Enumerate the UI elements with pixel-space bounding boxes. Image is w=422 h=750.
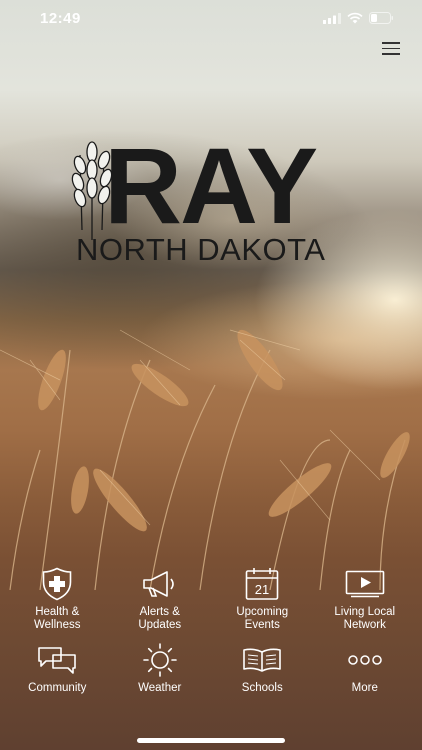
status-bar: 12:49 (0, 0, 422, 40)
megaphone-icon (141, 566, 179, 602)
health-shield-icon (41, 566, 73, 602)
nav-label: Schools (241, 682, 283, 694)
nav-row-1: Health & Wellness Alerts & Updates 21 Up… (6, 566, 416, 642)
nav-row-2: Community Weather Schools More (6, 642, 416, 726)
logo-subtitle: NORTH DAKOTA (76, 232, 326, 267)
hamburger-menu-icon[interactable] (382, 42, 400, 56)
nav-label: Upcoming Events (236, 606, 289, 631)
video-play-icon (345, 566, 385, 602)
nav-more[interactable]: More (314, 642, 417, 726)
nav-label: Living Local Network (334, 606, 396, 631)
chat-bubbles-icon (37, 642, 77, 678)
status-icons (323, 12, 394, 24)
nav-label: Weather (138, 682, 182, 694)
wheat-field-illustration (0, 329, 410, 590)
nav-label: Health & Wellness (34, 606, 81, 631)
nav-label: Alerts & Updates (138, 606, 182, 631)
nav-grid: Health & Wellness Alerts & Updates 21 Up… (6, 566, 416, 726)
nav-upcoming-events[interactable]: 21 Upcoming Events (211, 566, 314, 642)
open-book-icon (242, 642, 282, 678)
nav-weather[interactable]: Weather (109, 642, 212, 726)
nav-living-local-network[interactable]: Living Local Network (314, 566, 417, 642)
nav-alerts-updates[interactable]: Alerts & Updates (109, 566, 212, 642)
ray-nd-logo: RAY NORTH DAKOTA (0, 120, 422, 280)
signal-icon (323, 12, 341, 24)
logo-wordmark: RAY (104, 125, 318, 246)
home-indicator[interactable] (137, 738, 285, 743)
status-time: 12:49 (40, 10, 81, 27)
calendar-day: 21 (255, 582, 269, 597)
more-dots-icon (347, 642, 383, 678)
nav-label: Community (28, 682, 87, 694)
nav-schools[interactable]: Schools (211, 642, 314, 726)
wifi-icon (347, 12, 363, 24)
calendar-icon: 21 (245, 566, 279, 602)
nav-label: More (351, 682, 378, 694)
nav-community[interactable]: Community (6, 642, 109, 726)
battery-icon (369, 12, 393, 24)
nav-health-wellness[interactable]: Health & Wellness (6, 566, 109, 642)
home-screen: 12:49 RAY NORTH DAKOTA Health & Wellness… (0, 0, 422, 750)
sun-icon (141, 642, 179, 678)
